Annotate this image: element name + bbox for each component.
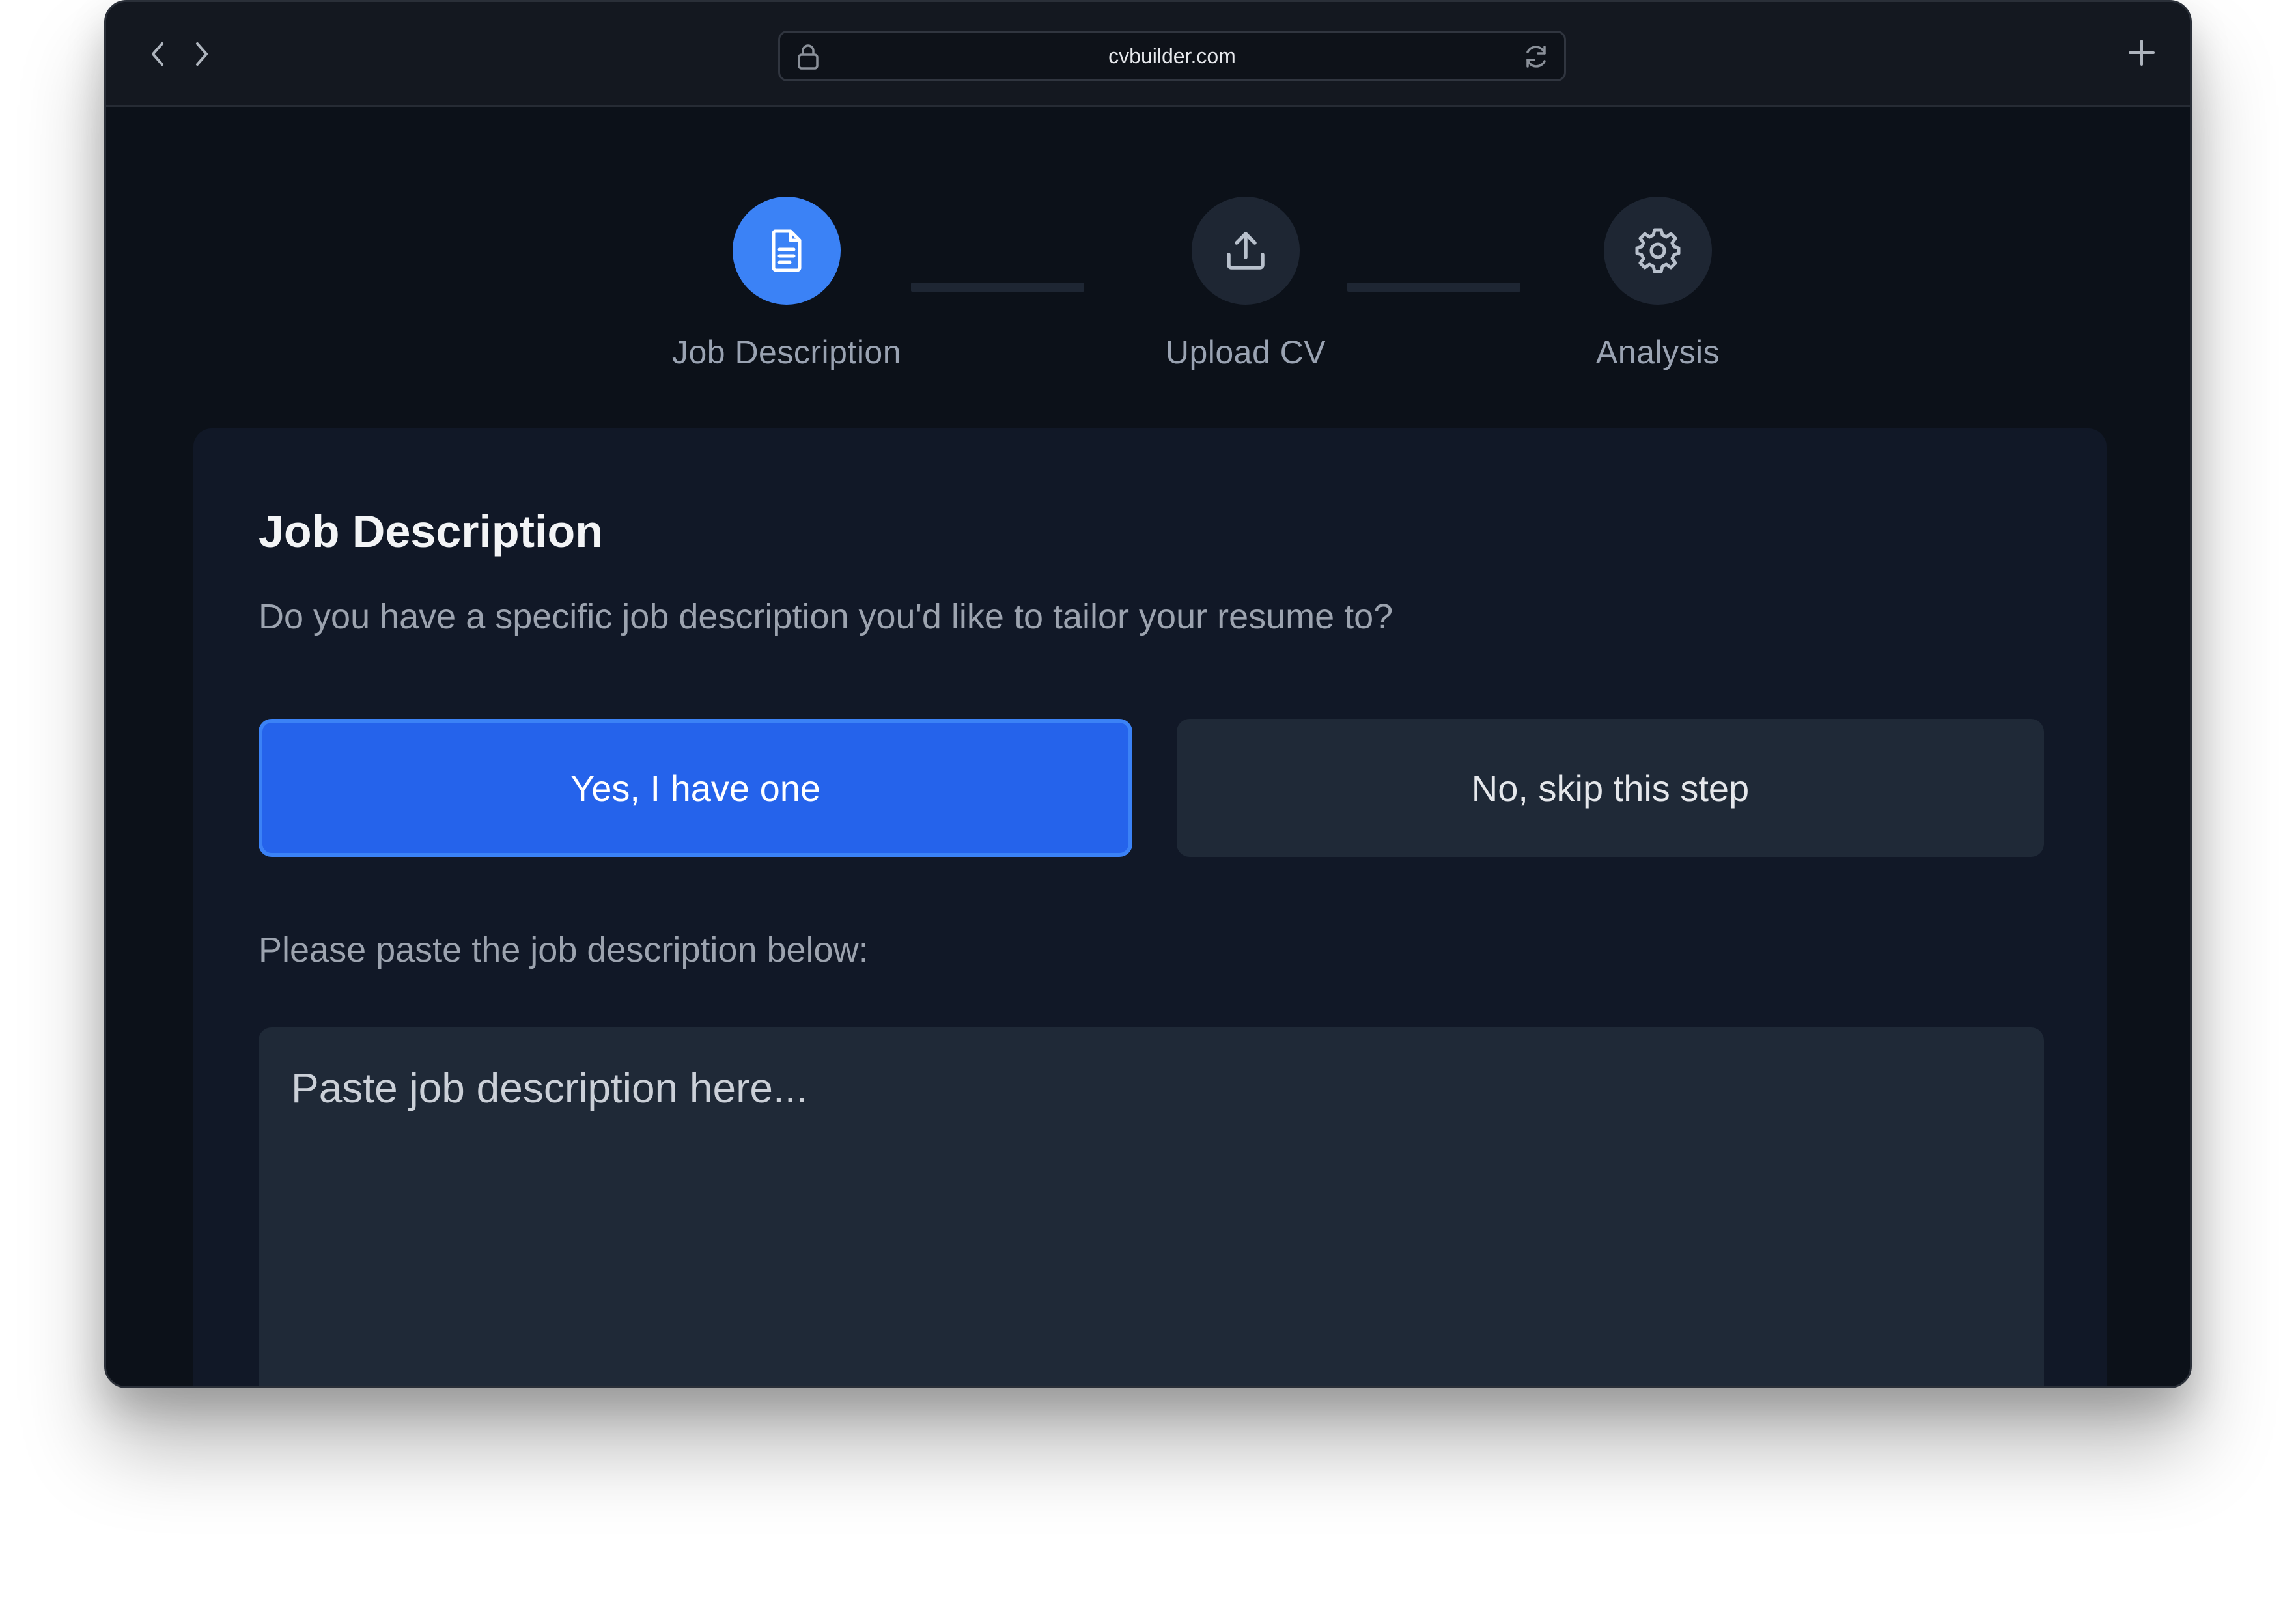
chevron-left-icon <box>152 42 163 66</box>
address-bar[interactable]: cvbuilder.com <box>778 31 1566 81</box>
back-button[interactable] <box>141 36 174 72</box>
chevron-right-icon <box>196 42 208 66</box>
page-content: Job Description Upload CV Analysis Job D… <box>106 109 2190 1386</box>
step-indicator-active <box>733 197 841 305</box>
step-label: Job Description <box>671 334 902 370</box>
job-description-textarea[interactable]: Paste job description here... <box>259 1027 2044 1386</box>
reload-icon[interactable] <box>1522 43 1550 70</box>
step-indicator <box>1604 197 1712 305</box>
skip-button[interactable]: No, skip this step <box>1177 719 2044 857</box>
card-question: Do you have a specific job description y… <box>259 597 1393 636</box>
browser-toolbar: cvbuilder.com <box>106 2 2190 107</box>
browser-window: cvbuilder.com Job Description Upload CV … <box>104 0 2192 1388</box>
step-indicator <box>1192 197 1300 305</box>
step-label: Analysis <box>1595 334 1720 370</box>
job-description-card: Job Description Do you have a specific j… <box>193 428 2107 1386</box>
forward-button[interactable] <box>186 36 218 72</box>
gear-icon <box>1635 228 1681 273</box>
textarea-placeholder: Paste job description here... <box>291 1065 808 1111</box>
new-tab-plus-icon[interactable] <box>2127 38 2156 67</box>
step-job-description[interactable]: Job Description <box>624 197 949 371</box>
card-title: Job Description <box>259 506 603 557</box>
step-analysis[interactable]: Analysis <box>1495 197 1821 371</box>
url-text: cvbuilder.com <box>1108 44 1236 68</box>
yes-button[interactable]: Yes, I have one <box>259 719 1132 857</box>
step-label: Upload CV <box>1165 334 1326 370</box>
upload-icon <box>1227 232 1265 270</box>
step-connector <box>911 283 1084 292</box>
paste-instruction: Please paste the job description below: <box>259 930 869 970</box>
document-icon <box>772 229 802 272</box>
